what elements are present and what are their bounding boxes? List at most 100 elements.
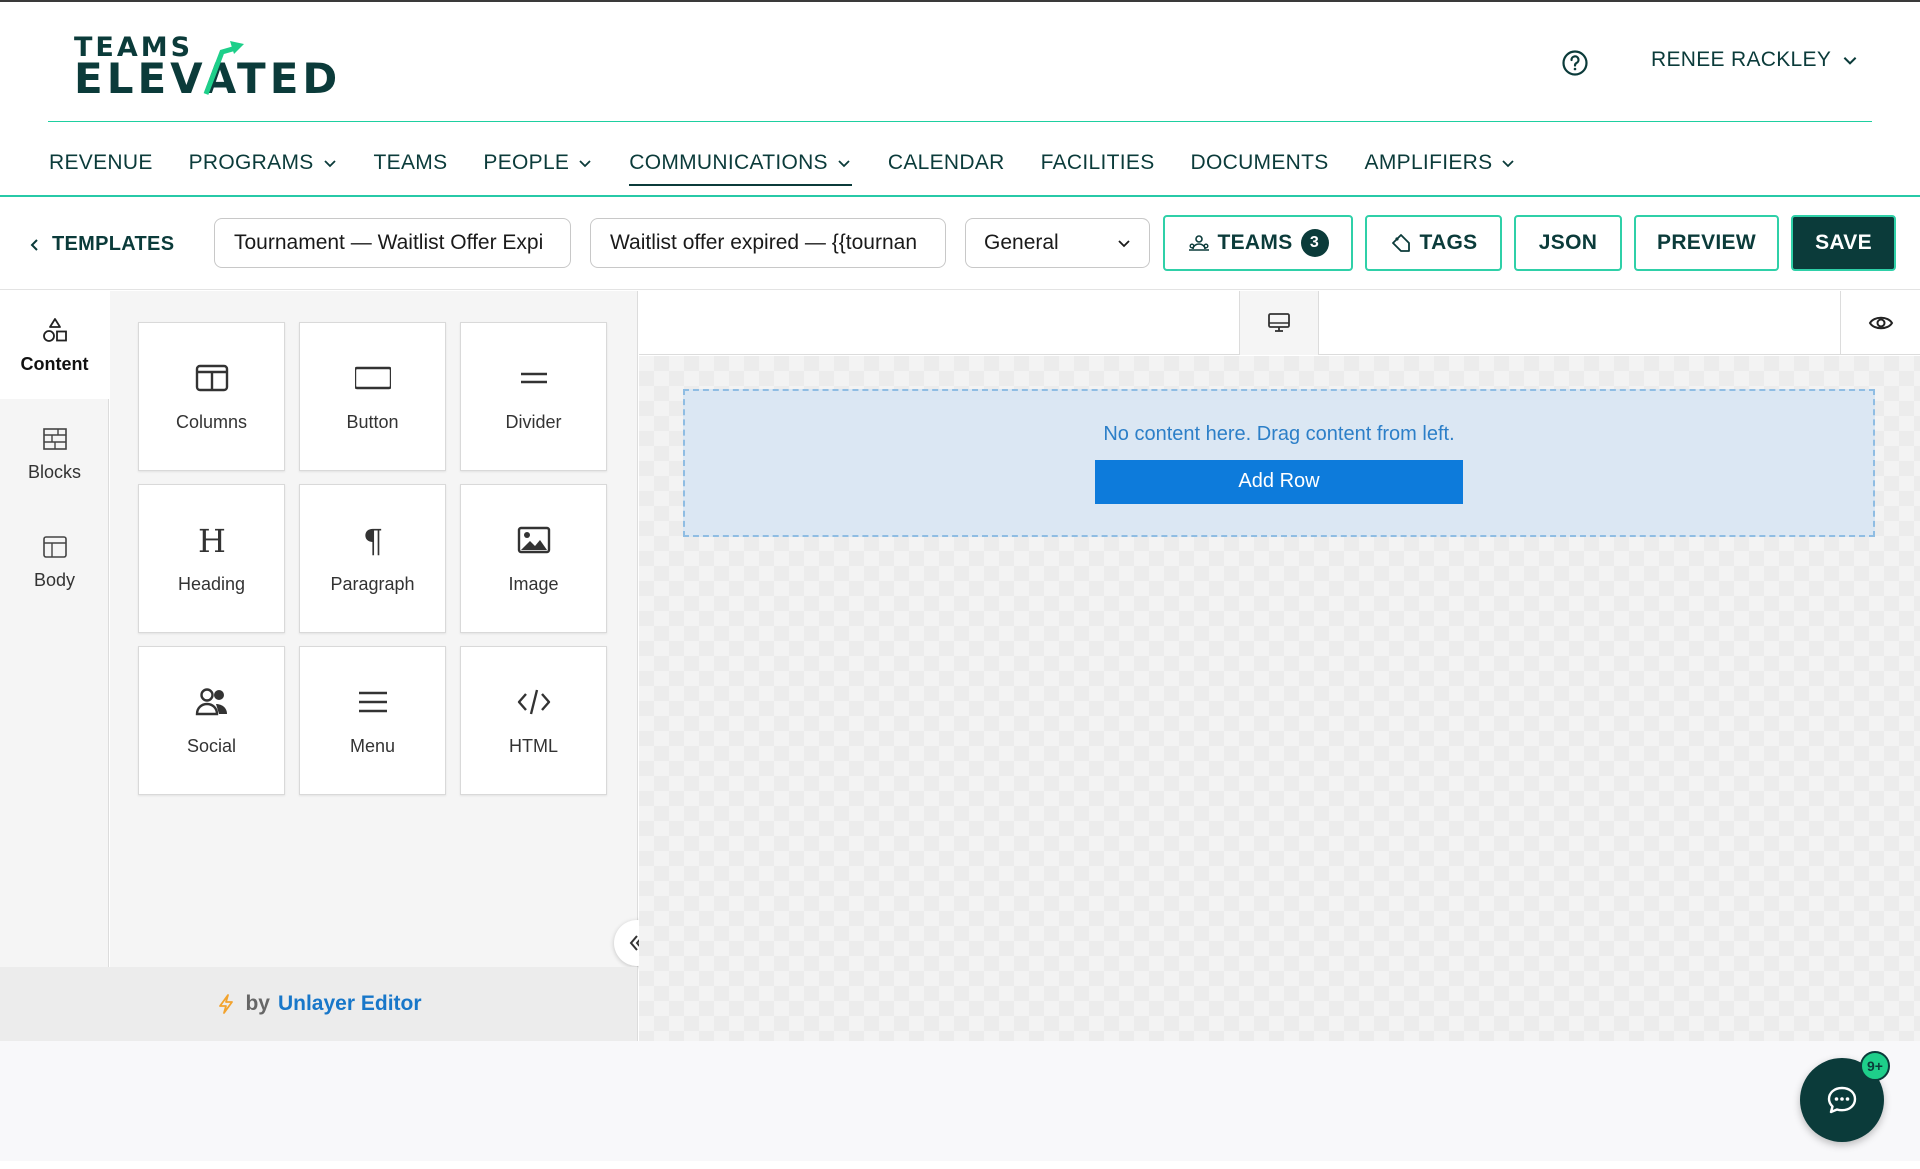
button-icon: [354, 366, 391, 390]
nav-label: DOCUMENTS: [1190, 151, 1329, 174]
heading-icon: H: [198, 522, 226, 558]
tool-label: Paragraph: [330, 574, 415, 594]
desktop-icon: [1268, 313, 1290, 332]
nav-label: REVENUE: [49, 151, 153, 174]
nav-label: CALENDAR: [887, 151, 1005, 174]
tab-blocks[interactable]: Blocks: [0, 399, 109, 507]
svg-text:H: H: [198, 522, 226, 558]
tool-label: Heading: [177, 574, 246, 594]
back-label: TEMPLATES: [52, 233, 175, 255]
tab-body[interactable]: Body: [0, 507, 109, 615]
category-select[interactable]: General: [965, 218, 1150, 268]
team-people-icon: [1188, 235, 1209, 251]
editor-side-tabs: Content Blocks Body: [0, 291, 109, 967]
back-to-templates-link[interactable]: TEMPLATES: [28, 233, 174, 256]
tool-paragraph[interactable]: ¶ Paragraph: [299, 484, 446, 633]
teams-button[interactable]: TEAMS 3: [1163, 215, 1353, 271]
chat-unread-badge: 9+: [1860, 1051, 1890, 1081]
save-label: SAVE: [1815, 231, 1872, 254]
chevron-down-icon: [323, 160, 336, 168]
tool-image[interactable]: Image: [460, 484, 607, 633]
tab-label: Blocks: [27, 461, 81, 482]
canvas-topbar: [639, 291, 1920, 355]
tool-menu[interactable]: Menu: [299, 646, 446, 795]
tool-label: Image: [508, 574, 559, 594]
tool-label: HTML: [509, 736, 558, 756]
nav-label: PEOPLE: [483, 151, 570, 174]
svg-text:¶: ¶: [362, 522, 382, 558]
chevron-down-icon: [1118, 240, 1130, 248]
tool-label: Columns: [175, 412, 248, 432]
tag-icon: [1391, 234, 1410, 252]
lightning-icon: [219, 994, 234, 1014]
user-name: RENEE RACKLEY: [1651, 48, 1832, 71]
blocks-icon: [42, 427, 67, 450]
help-icon[interactable]: [1561, 49, 1589, 77]
user-menu[interactable]: RENEE RACKLEY: [1651, 48, 1859, 72]
empty-row-dropzone[interactable]: No content here. Drag content from left.…: [683, 389, 1875, 537]
desktop-view-button[interactable]: [1239, 291, 1319, 355]
tool-label: Divider: [505, 412, 562, 432]
header-divider: [48, 121, 1872, 122]
add-row-button[interactable]: Add Row: [1095, 459, 1463, 504]
tool-social[interactable]: Social: [138, 646, 285, 795]
editor-branding: by Unlayer Editor: [0, 967, 638, 1041]
save-button[interactable]: SAVE: [1791, 215, 1896, 271]
nav-facilities[interactable]: FACILITIES: [1041, 148, 1155, 178]
nav-teams[interactable]: TEAMS: [374, 148, 448, 178]
chat-bubble-icon: [1827, 1086, 1857, 1114]
tool-label: Button: [346, 412, 399, 432]
social-users-icon: [195, 688, 227, 716]
empty-message: No content here. Drag content from left.: [1103, 422, 1455, 445]
columns-icon: [195, 364, 228, 392]
logo-arrow-icon: [203, 41, 244, 95]
nav-documents[interactable]: DOCUMENTS: [1191, 148, 1329, 178]
tool-columns[interactable]: Columns: [138, 322, 285, 471]
nav-label: PROGRAMS: [188, 151, 314, 174]
page-footer-area: [0, 1041, 1920, 1161]
branding-link[interactable]: Unlayer Editor: [278, 992, 422, 1016]
tab-content[interactable]: Content: [0, 291, 109, 399]
content-tools-panel: Columns Button Divider H Heading ¶ Parag…: [110, 291, 638, 967]
template-name-input[interactable]: Tournament — Waitlist Offer Expi: [214, 218, 571, 268]
nav-programs[interactable]: PROGRAMS: [189, 148, 338, 178]
tool-label: Menu: [349, 736, 396, 756]
email-canvas: No content here. Drag content from left.…: [639, 356, 1920, 1041]
subject-input[interactable]: Waitlist offer expired — {{tournan: [590, 218, 946, 268]
template-toolbar: TEMPLATES Tournament — Waitlist Offer Ex…: [0, 197, 1920, 290]
chevron-left-icon: [30, 238, 38, 251]
tool-label: Social: [186, 736, 237, 756]
menu-icon: [358, 691, 387, 713]
tool-divider[interactable]: Divider: [460, 322, 607, 471]
email-editor: Content Blocks Body Columns Button Divid…: [0, 291, 1920, 1041]
tags-label: TAGS: [1419, 231, 1478, 254]
chevron-down-icon: [579, 160, 591, 168]
paragraph-icon: ¶: [362, 522, 382, 558]
teams-label: TEAMS: [1217, 231, 1293, 254]
tool-html[interactable]: HTML: [460, 646, 607, 795]
tool-heading[interactable]: H Heading: [138, 484, 285, 633]
teams-count-badge: 3: [1300, 229, 1329, 257]
nav-calendar[interactable]: CALENDAR: [888, 148, 1005, 178]
chevron-down-icon: [1843, 57, 1857, 65]
chevron-down-icon: [1502, 160, 1515, 168]
json-button[interactable]: JSON: [1514, 215, 1622, 271]
nav-revenue[interactable]: REVENUE: [49, 148, 153, 178]
nav-label: FACILITIES: [1040, 151, 1155, 174]
tool-button[interactable]: Button: [299, 322, 446, 471]
preview-label: PREVIEW: [1657, 231, 1756, 254]
nav-label: TEAMS: [373, 151, 448, 174]
preview-eye-button[interactable]: [1840, 291, 1920, 355]
app-frame: TEAMS ELEVATED RENEE RACKLEY REVENUE PRO…: [0, 0, 1920, 1169]
logo[interactable]: TEAMS ELEVATED: [74, 32, 354, 102]
divider-icon: [520, 372, 547, 384]
chevron-down-icon: [838, 160, 850, 168]
nav-communications[interactable]: COMMUNICATIONS: [629, 148, 852, 186]
bottom-strip: [0, 1161, 1920, 1169]
branding-by: by: [245, 992, 270, 1015]
tags-button[interactable]: TAGS: [1365, 215, 1502, 271]
nav-people[interactable]: PEOPLE: [483, 148, 593, 178]
nav-amplifiers[interactable]: AMPLIFIERS: [1365, 148, 1517, 178]
shapes-icon: [42, 317, 67, 342]
preview-button[interactable]: PREVIEW: [1634, 215, 1779, 271]
